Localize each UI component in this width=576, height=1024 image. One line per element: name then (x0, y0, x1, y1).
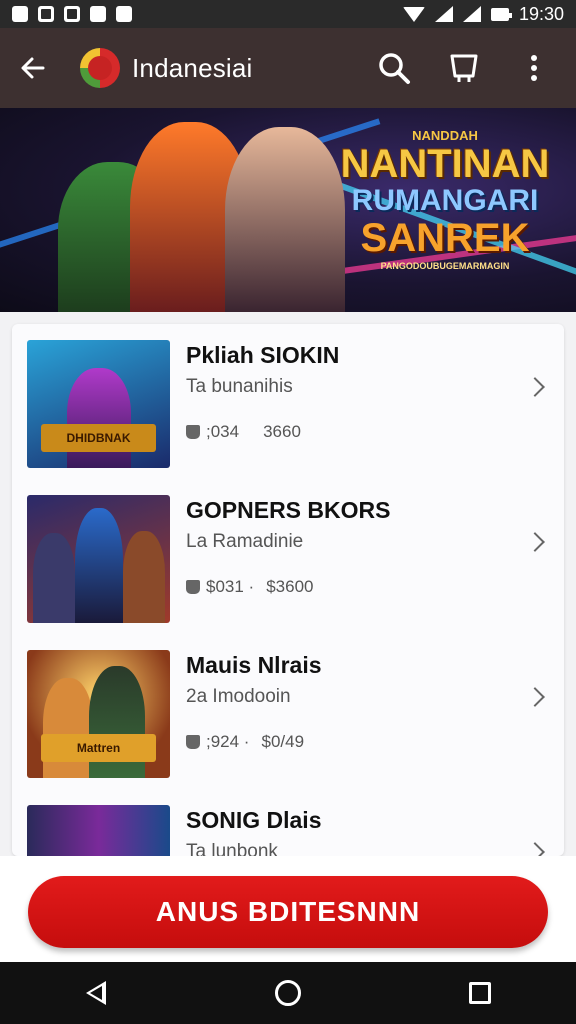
coin-bag-icon (186, 735, 200, 749)
thumb-character (67, 368, 131, 468)
item-stat-1: ;924 · (206, 732, 250, 751)
notification-c-icon (64, 6, 80, 22)
nav-home-button[interactable] (248, 962, 328, 1024)
thumb-character (123, 531, 165, 623)
status-bar: 19:30 (0, 0, 576, 28)
coin-bag-icon (186, 580, 200, 594)
game-thumbnail (27, 805, 170, 856)
status-time: 19:30 (518, 3, 564, 24)
notification-b-icon (38, 6, 54, 22)
thumb-caption: DHIDBNAK (41, 424, 156, 452)
chevron-right-icon (525, 532, 545, 552)
thumb-character (75, 508, 123, 623)
banner-line3: SANREK (360, 215, 530, 260)
bag-icon (450, 54, 478, 82)
back-button[interactable] (0, 28, 66, 108)
app-logo-icon (80, 48, 120, 88)
chevron-right-icon (525, 687, 545, 707)
back-arrow-icon (21, 57, 45, 79)
coin-bag-icon (186, 425, 200, 439)
app-title: Indanesiai (132, 52, 253, 83)
item-stat-2: $3600 (266, 577, 314, 596)
item-stat-2: 3660 (263, 422, 301, 441)
item-subtitle: Ta lunbonk (186, 841, 278, 856)
banner-title: NANDDAH NANTINAN RUMANGARI SANREK PANGOD… (330, 128, 560, 271)
item-stat-1: ;034 (206, 422, 240, 441)
list-item[interactable]: GOPNERS BKORS La Ramadinie $031 · $3600 (12, 479, 564, 629)
notification-e-icon (116, 6, 132, 22)
nav-recents-button[interactable] (440, 962, 520, 1024)
hero-right (225, 127, 345, 312)
list-item[interactable]: SONIG Dlais Ta lunbonk (12, 789, 564, 856)
nav-back-button[interactable] (56, 962, 136, 1024)
signal-icon (462, 6, 481, 22)
banner-sub-text: PANGODOUBUGEMARMAGIN (380, 260, 510, 271)
search-button[interactable] (366, 40, 422, 96)
app-bar: Indanesiai (0, 28, 576, 108)
item-title: SONIG Dlais (186, 807, 322, 833)
item-stat-1: $031 · (206, 577, 255, 596)
list-item[interactable]: Mattren Mauis Nlrais 2a Imodooin ;924 · … (12, 634, 564, 784)
promo-banner[interactable]: NANDDAH NANTINAN RUMANGARI SANREK PANGOD… (0, 108, 576, 312)
item-title: Pkliah SIOKIN (186, 342, 340, 368)
item-title: GOPNERS BKORS (186, 497, 391, 523)
game-thumbnail: DHIDBNAK (27, 340, 170, 468)
game-thumbnail (27, 495, 170, 623)
list-item[interactable]: DHIDBNAK Pkliah SIOKIN Ta bunanihis ;034… (12, 324, 564, 474)
signal-icon (434, 6, 453, 22)
bag-button[interactable] (436, 40, 492, 96)
item-stats: ;924 · $0/49 (186, 732, 304, 752)
system-nav-bar (0, 962, 576, 1024)
notification-a-icon (12, 6, 28, 22)
item-subtitle: Ta bunanihis (186, 376, 293, 397)
nav-home-icon (275, 980, 301, 1006)
cta-area: ANUS BDITESNNN (0, 856, 576, 962)
item-subtitle: 2a Imodooin (186, 686, 291, 707)
banner-line2: RUMANGARI (351, 184, 539, 217)
primary-action-button[interactable]: ANUS BDITESNNN (28, 876, 548, 948)
more-vert-icon (531, 55, 537, 81)
search-icon (379, 53, 410, 84)
game-list: DHIDBNAK Pkliah SIOKIN Ta bunanihis ;034… (12, 324, 564, 856)
item-title: Mauis Nlrais (186, 652, 322, 678)
item-subtitle: La Ramadinie (186, 531, 304, 552)
nav-back-icon (86, 981, 106, 1005)
battery-icon (490, 7, 512, 21)
item-stats: ;034 3660 (186, 422, 301, 442)
game-thumbnail: Mattren (27, 650, 170, 778)
thumb-character (33, 533, 75, 623)
banner-line1: NANTINAN (340, 142, 550, 186)
notification-d-icon (90, 6, 106, 22)
item-stat-2: $0/49 (261, 732, 305, 751)
banner-top-text: NANDDAH (412, 128, 478, 143)
chevron-right-icon (525, 842, 545, 856)
chevron-right-icon (525, 377, 545, 397)
thumb-caption: Mattren (41, 734, 156, 762)
nav-recents-icon (469, 982, 491, 1004)
thumb-character (43, 678, 93, 778)
more-options-button[interactable] (506, 40, 562, 96)
wifi-icon (402, 6, 425, 22)
item-stats: $031 · $3600 (186, 577, 313, 597)
